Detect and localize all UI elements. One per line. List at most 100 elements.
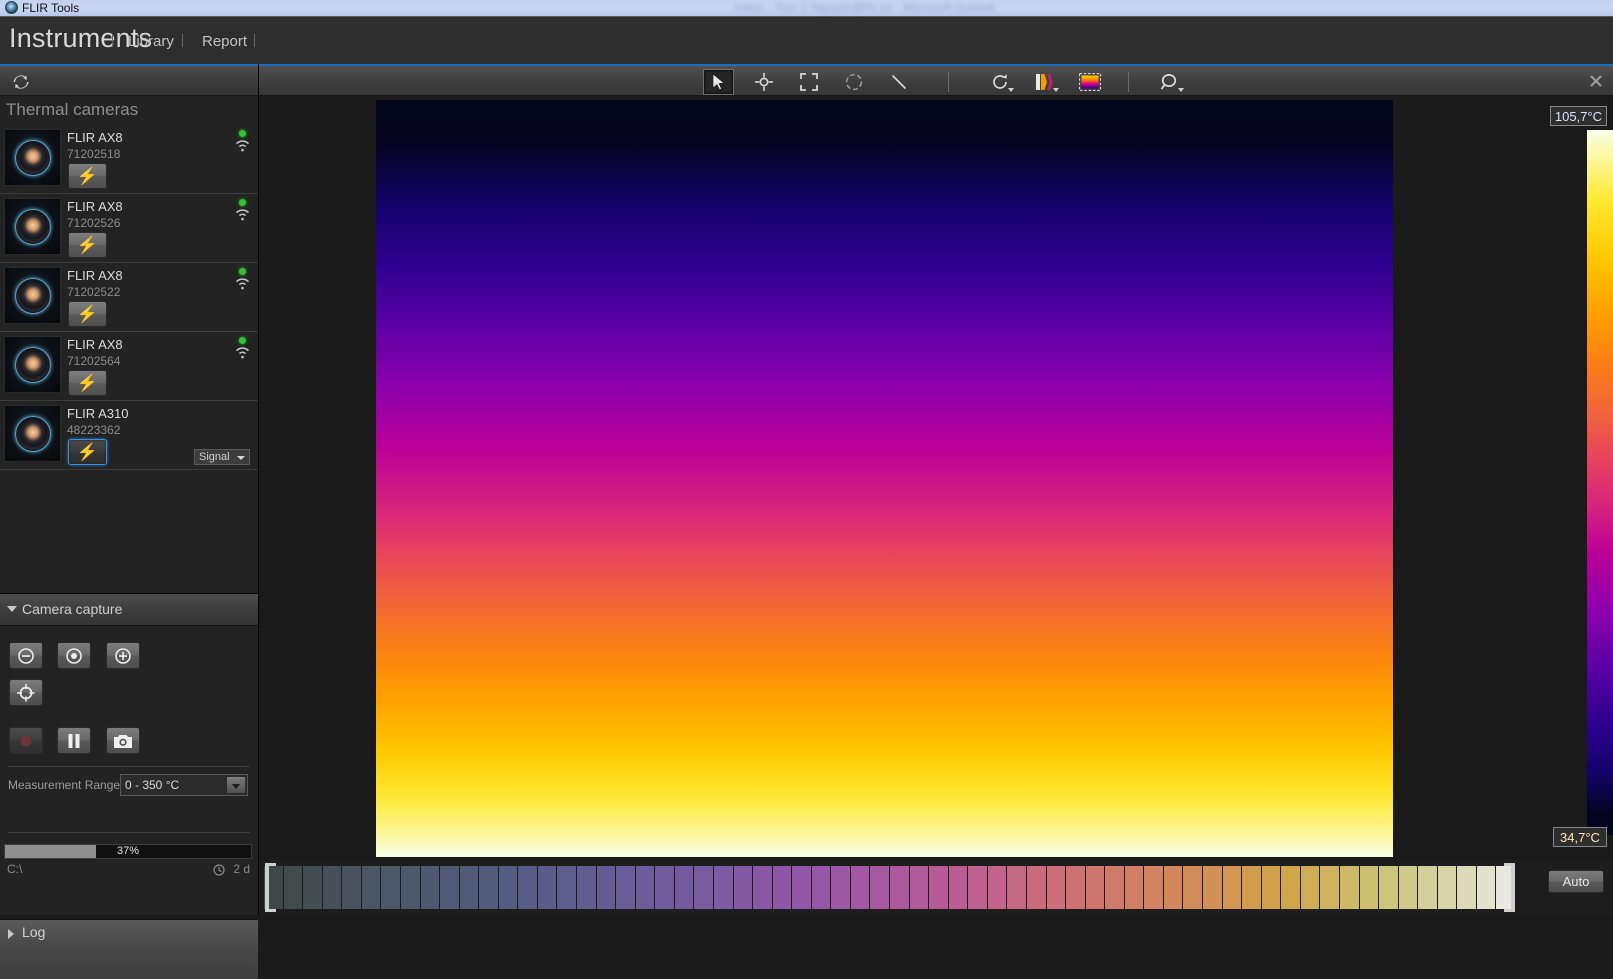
histogram-segment: [459, 866, 480, 909]
lightning-bolt-icon: ⚡: [76, 304, 99, 324]
list-item[interactable]: FLIR AX8 71202564 ⚡: [0, 332, 258, 401]
circle-area-tool[interactable]: [838, 69, 869, 95]
histogram-segment: [929, 866, 949, 909]
histogram-segment: [1261, 866, 1282, 909]
auto-scale-button[interactable]: Auto: [1548, 870, 1604, 893]
histogram-segment: [400, 866, 421, 909]
histogram-segment: [1496, 866, 1516, 909]
list-item[interactable]: FLIR AX8 71202518 ⚡: [0, 125, 258, 194]
bottom-scale-bar: Auto: [259, 859, 1613, 915]
close-icon[interactable]: [1589, 74, 1603, 88]
histogram-segment: [498, 866, 519, 909]
box-area-tool[interactable]: [793, 69, 824, 95]
histogram-segment: [616, 866, 636, 909]
list-item[interactable]: FLIR AX8 71202522 ⚡: [0, 263, 258, 332]
pause-icon: [68, 733, 80, 748]
thermal-cameras-heading: Thermal cameras: [6, 100, 139, 119]
histogram-segment: [655, 866, 675, 909]
connect-button[interactable]: ⚡: [68, 370, 107, 396]
temperature-min-label: 34,7°C: [1553, 827, 1607, 847]
histogram-segment: [1242, 866, 1262, 909]
lens-icon: [14, 208, 51, 245]
chevron-down-icon: [7, 606, 17, 612]
nav-item-report[interactable]: Report: [202, 33, 247, 50]
crosshair-circle-icon: [17, 683, 35, 701]
histogram-segment: [1300, 866, 1321, 909]
camera-capture-header[interactable]: Camera capture: [0, 594, 258, 626]
nav-separator: [254, 34, 255, 47]
histogram-segment: [831, 866, 851, 909]
status-badge: [239, 337, 246, 344]
snapshot-button[interactable]: [106, 727, 140, 754]
histogram-segment: [1379, 866, 1399, 909]
app-nav-bar: Instruments Library Report: [0, 17, 1613, 64]
histogram-segment: [1359, 866, 1380, 909]
histogram-segment: [772, 866, 793, 909]
wifi-icon: [234, 275, 251, 290]
signal-dropdown[interactable]: Signal: [194, 449, 250, 465]
camera-name: FLIR AX8: [67, 268, 123, 283]
camera-capture-panel: Camera capture Measurement Range: 0 - 35…: [0, 593, 258, 876]
camera-thumbnail: [4, 129, 61, 186]
connect-button[interactable]: ⚡: [68, 232, 107, 258]
connect-button[interactable]: ⚡: [68, 163, 107, 189]
histogram-segment: [1144, 866, 1164, 909]
thermal-image[interactable]: [376, 100, 1393, 857]
histogram-segment: [1046, 866, 1067, 909]
status-badge: [239, 268, 246, 275]
spot-meter-tool[interactable]: [748, 69, 779, 95]
histogram-segment: [987, 866, 1008, 909]
histogram-segment: [1007, 866, 1027, 909]
log-panel-header[interactable]: Log: [0, 919, 258, 979]
zoom-tool[interactable]: [1154, 69, 1185, 95]
vertical-color-scale[interactable]: [1587, 130, 1613, 835]
wifi-icon: [234, 344, 251, 359]
histogram-segment: [1163, 866, 1184, 909]
chevron-down-icon: [1053, 88, 1059, 92]
rotate-tool[interactable]: [984, 69, 1015, 95]
histogram-color-scale[interactable]: [264, 866, 1516, 909]
histogram-segment: [1026, 866, 1047, 909]
select-tool[interactable]: [703, 69, 734, 95]
line-tool[interactable]: [883, 69, 914, 95]
palette-tool[interactable]: [1029, 69, 1060, 95]
spot-meter-icon: [754, 73, 773, 91]
histogram-segment: [537, 866, 558, 909]
refresh-icon[interactable]: [11, 72, 31, 92]
camera-icon: [114, 734, 132, 748]
line-icon: [891, 74, 906, 90]
connect-button[interactable]: ⚡: [68, 439, 107, 465]
histogram-segment: [968, 866, 988, 909]
autofocus-button[interactable]: [9, 679, 43, 706]
connect-button[interactable]: ⚡: [68, 301, 107, 327]
disk-usage-progressbar: 37%: [4, 844, 252, 859]
thermal-image-viewport[interactable]: 105,7°C 34,7°C: [259, 97, 1613, 859]
disk-usage-percent: 37%: [116, 845, 140, 857]
log-panel-title: Log: [22, 924, 46, 940]
camera-serial: 48223362: [67, 423, 121, 437]
histogram-segment: [1203, 866, 1223, 909]
chevron-down-icon: [237, 456, 245, 460]
focus-auto-button[interactable]: [57, 642, 91, 669]
toolbar-separator: [1128, 72, 1129, 92]
nav-item-library[interactable]: Library: [128, 33, 174, 50]
camera-name: FLIR AX8: [67, 337, 123, 352]
measurement-range-dropdown[interactable]: 0 - 350 °C: [120, 774, 248, 796]
histogram-segment: [557, 866, 577, 909]
list-item[interactable]: FLIR A310 48223362 ⚡ Signal: [0, 401, 258, 470]
nav-separator: [182, 34, 183, 47]
focus-far-button[interactable]: [9, 642, 43, 669]
list-item[interactable]: FLIR AX8 71202526 ⚡: [0, 194, 258, 263]
histogram-segment: [322, 866, 343, 909]
chevron-down-icon[interactable]: [226, 776, 246, 794]
color-range-tool[interactable]: [1074, 69, 1105, 95]
disk-path-label: C:\: [7, 862, 23, 876]
histogram-segment: [577, 866, 597, 909]
histogram-segment: [694, 866, 714, 909]
status-badge: [239, 199, 246, 206]
histogram-segment: [753, 866, 773, 909]
focus-near-button[interactable]: [106, 642, 140, 669]
record-button[interactable]: [9, 727, 43, 754]
flir-logo-icon: [5, 1, 18, 14]
pause-button[interactable]: [57, 727, 91, 754]
